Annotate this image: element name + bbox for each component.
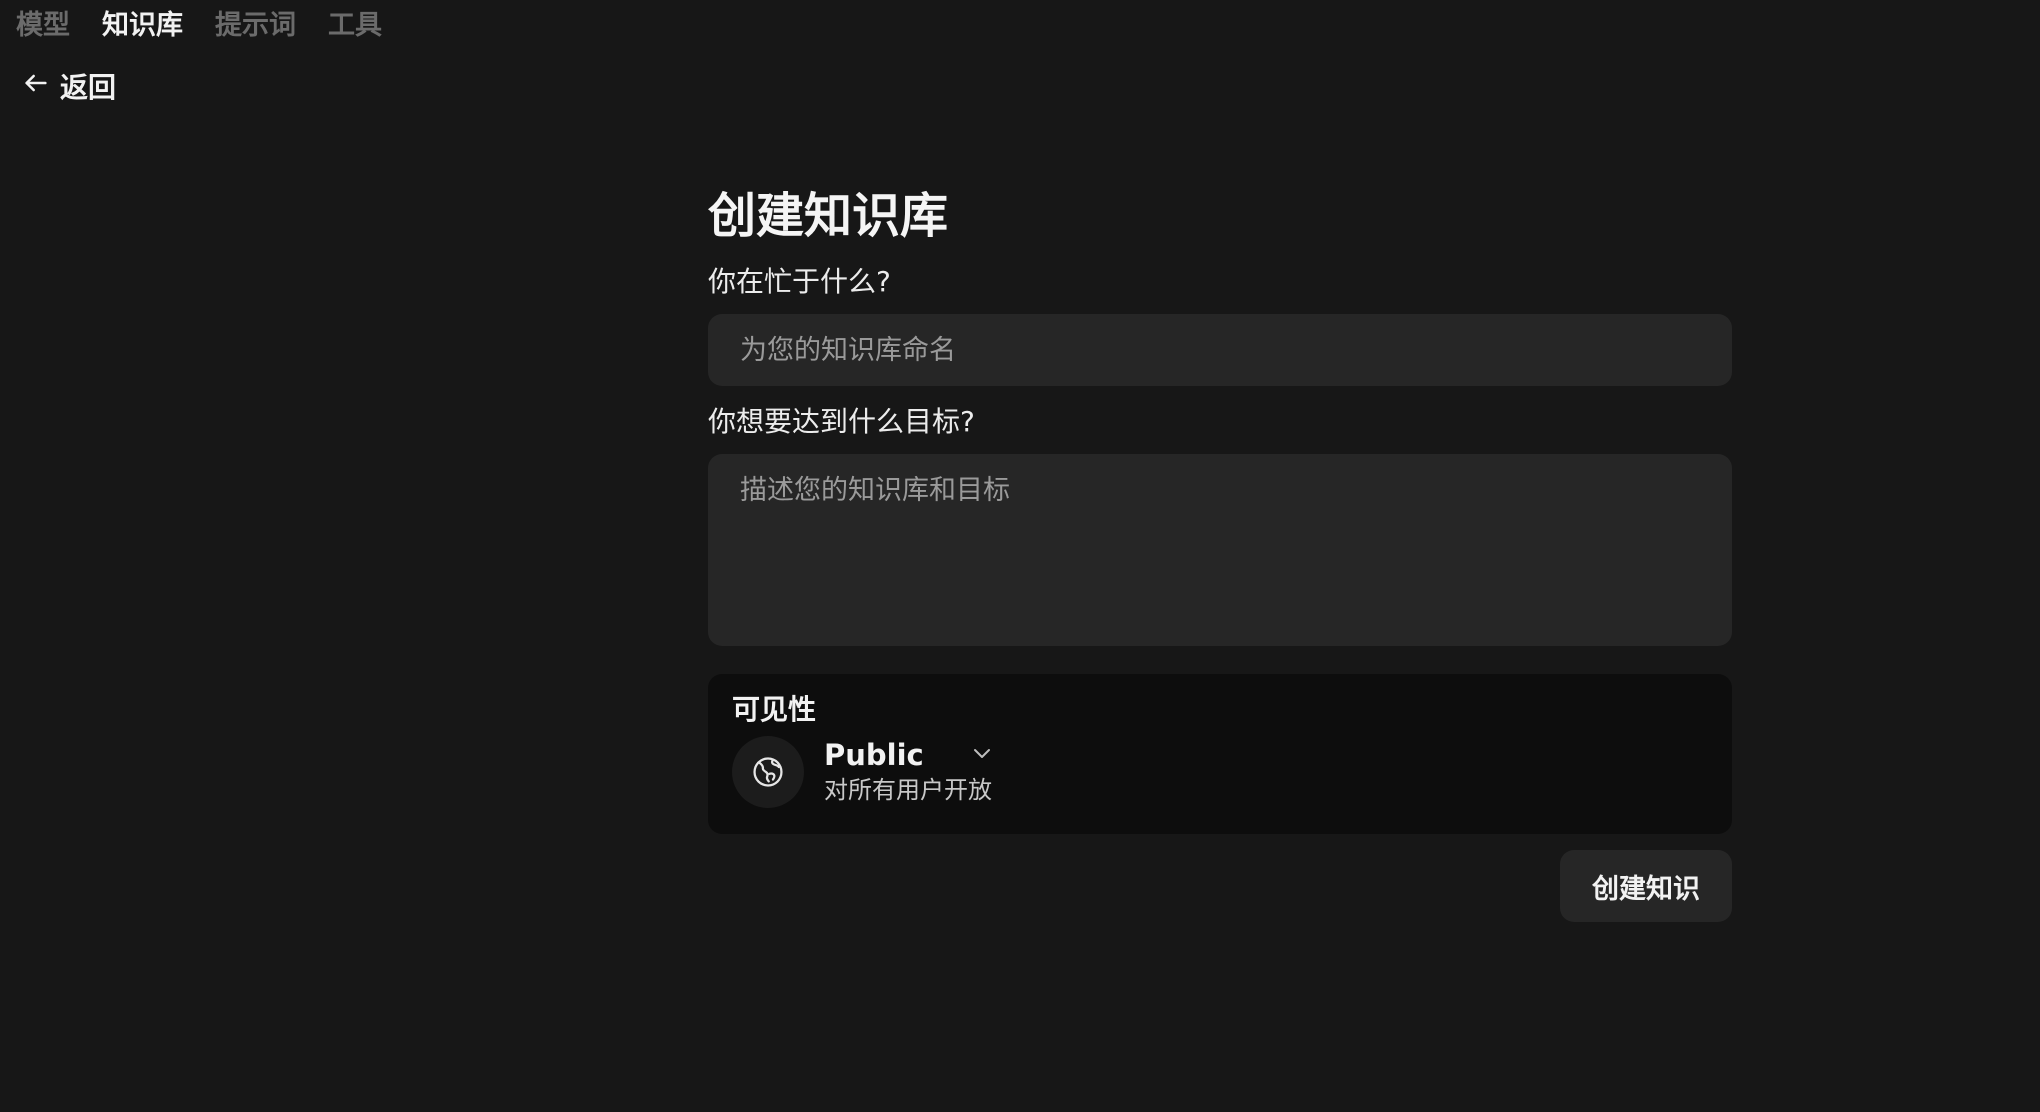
knowledge-name-input[interactable]: [708, 314, 1732, 386]
name-label: 你在忙于什么?: [708, 265, 891, 298]
visibility-text: Public 对所有用户开放: [824, 737, 994, 807]
visibility-select[interactable]: Public 对所有用户开放: [732, 736, 1708, 808]
top-tabs: 模型 知识库 提示词 工具: [16, 8, 382, 44]
create-knowledge-button[interactable]: 创建知识: [1560, 850, 1732, 922]
page-title: 创建知识库: [708, 188, 949, 244]
visibility-name-row: Public: [824, 737, 994, 773]
visibility-value: Public: [824, 738, 924, 772]
tab-prompts[interactable]: 提示词: [215, 8, 296, 44]
tab-tools[interactable]: 工具: [328, 8, 382, 44]
create-knowledge-form: 创建知识库 你在忙于什么? 你想要达到什么目标? 可见性 Public: [708, 180, 1732, 922]
arrow-left-icon: [22, 69, 50, 104]
tab-models[interactable]: 模型: [16, 8, 70, 44]
visibility-title: 可见性: [732, 693, 817, 726]
goal-label: 你想要达到什么目标?: [708, 405, 975, 438]
tab-knowledge[interactable]: 知识库: [102, 8, 183, 44]
knowledge-goal-textarea[interactable]: [708, 454, 1732, 646]
visibility-panel: 可见性 Public 对所有用户开放: [708, 674, 1732, 834]
chevron-down-icon: [970, 741, 994, 769]
visibility-description: 对所有用户开放: [824, 776, 992, 804]
form-actions: 创建知识: [708, 850, 1732, 922]
globe-icon: [732, 736, 804, 808]
back-label: 返回: [60, 71, 117, 104]
back-button[interactable]: 返回: [22, 66, 116, 106]
